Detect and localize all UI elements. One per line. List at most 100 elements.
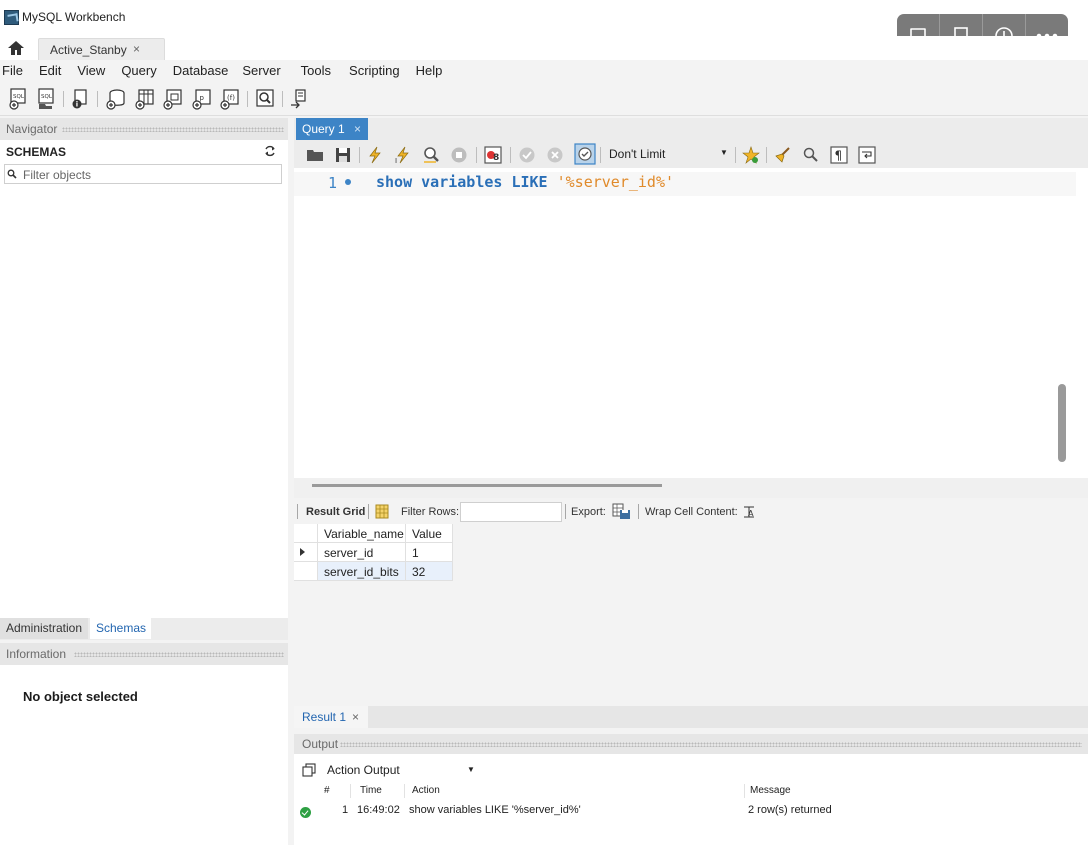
sql-code-line[interactable]: show variables LIKE '%server_id%': [376, 173, 674, 191]
sql-string-literal: '%server_id%': [556, 173, 675, 191]
tab-schemas[interactable]: Schemas: [90, 618, 151, 639]
sql-editor[interactable]: 1 show variables LIKE '%server_id%': [294, 168, 1088, 478]
success-check-icon: [300, 807, 311, 818]
close-icon[interactable]: ×: [352, 710, 359, 724]
menu-file[interactable]: File: [2, 60, 23, 82]
output-row-action[interactable]: show variables LIKE '%server_id%': [409, 804, 581, 816]
menu-query[interactable]: Query: [121, 60, 156, 82]
table-cell[interactable]: 1: [406, 543, 453, 562]
connection-tab-strip: Active_Stanby ×: [0, 36, 1088, 60]
autocommit-toggle-icon[interactable]: [574, 143, 596, 165]
search-table-data-icon[interactable]: [255, 88, 275, 110]
output-header: Output: [294, 734, 1088, 754]
menu-server[interactable]: Server: [242, 60, 280, 82]
limit-rows-value: Don't Limit: [609, 147, 666, 161]
query-tab-strip: Query 1 ×: [294, 118, 1088, 140]
navigator-panel: Navigator SCHEMAS: [0, 118, 288, 618]
navigator-title: Navigator: [6, 122, 58, 136]
output-column-header: Action: [412, 785, 440, 796]
limit-rows-select[interactable]: Don't Limit ▼: [604, 145, 730, 164]
title-bar: MySQL Workbench: [0, 0, 1088, 57]
search-icon: [7, 169, 17, 179]
output-column-header: #: [324, 785, 330, 796]
stop-icon[interactable]: [450, 146, 468, 164]
column-header[interactable]: Variable_name: [318, 524, 406, 543]
open-sql-script-icon[interactable]: SQL: [36, 88, 56, 110]
create-table-icon[interactable]: [135, 88, 155, 110]
query-toolbar: I 8 Don't Limit ▼ ¶: [294, 140, 1088, 168]
output-type-select[interactable]: Action Output ▼: [324, 760, 475, 780]
save-icon[interactable]: [334, 146, 352, 164]
tab-administration[interactable]: Administration: [0, 618, 89, 639]
beautify-broom-icon[interactable]: [774, 146, 792, 164]
output-row-time: 16:49:02: [357, 804, 400, 816]
result-grid-button[interactable]: Result Grid: [306, 506, 365, 518]
information-header: Information: [0, 643, 288, 665]
find-icon[interactable]: [802, 146, 820, 164]
execute-statement-icon[interactable]: I: [394, 146, 412, 164]
home-icon[interactable]: [6, 40, 26, 56]
output-type-value: Action Output: [327, 763, 400, 777]
explain-icon[interactable]: [422, 146, 440, 164]
menu-view[interactable]: View: [77, 60, 105, 82]
table-cell[interactable]: server_id_bits: [318, 562, 406, 581]
filter-rows-input[interactable]: [460, 502, 562, 522]
main-toolbar: SQL SQL i p (f): [0, 82, 1088, 116]
result-tab-label: Result 1: [302, 710, 347, 724]
export-label: Export:: [571, 506, 606, 518]
tab-query-1[interactable]: Query 1 ×: [296, 118, 368, 140]
menu-edit[interactable]: Edit: [39, 60, 61, 82]
navigator-header: Navigator: [0, 118, 288, 140]
wrap-cell-icon[interactable]: A: [742, 505, 756, 519]
horizontal-scrollbar-thumb[interactable]: [312, 484, 662, 487]
svg-text:I: I: [395, 157, 397, 164]
svg-text:i: i: [76, 101, 78, 109]
menu-database[interactable]: Database: [173, 60, 229, 82]
create-view-icon[interactable]: [163, 88, 183, 110]
execute-lightning-icon[interactable]: [366, 146, 384, 164]
filter-rows-label: Filter Rows:: [401, 506, 460, 518]
create-function-icon[interactable]: (f): [220, 88, 240, 110]
table-cell[interactable]: 32: [406, 562, 453, 581]
vertical-scrollbar-thumb[interactable]: [1058, 384, 1066, 462]
wrap-cell-content-label: Wrap Cell Content:: [645, 506, 738, 518]
toggle-error-stop-icon[interactable]: 8: [484, 146, 502, 164]
information-panel: Information No object selected: [0, 643, 288, 845]
menu-scripting[interactable]: Scripting: [349, 60, 400, 82]
copy-icon[interactable]: [302, 763, 316, 777]
output-panel: Action Output ▼ # Time Action Message 1 …: [294, 754, 1088, 845]
menu-tools[interactable]: Tools: [301, 60, 331, 82]
grid-view-icon[interactable]: [375, 504, 389, 519]
create-procedure-icon[interactable]: p: [192, 88, 212, 110]
commit-icon[interactable]: [518, 146, 536, 164]
svg-text:¶: ¶: [835, 149, 843, 163]
output-row-message: 2 row(s) returned: [748, 804, 832, 816]
column-header[interactable]: Value: [406, 524, 453, 543]
close-icon[interactable]: ×: [133, 42, 140, 56]
inspector-icon[interactable]: i: [70, 88, 90, 110]
open-folder-icon[interactable]: [306, 146, 324, 164]
result-tab-strip: Result 1 ×: [294, 706, 1088, 728]
svg-text:p: p: [200, 94, 205, 102]
wrap-lines-icon[interactable]: [858, 146, 876, 164]
current-row-arrow-icon: [300, 548, 305, 556]
rollback-icon[interactable]: [546, 146, 564, 164]
refresh-icon[interactable]: [264, 145, 276, 157]
new-sql-tab-icon[interactable]: SQL: [8, 88, 28, 110]
create-schema-icon[interactable]: [106, 88, 126, 110]
app-title: MySQL Workbench: [22, 10, 126, 24]
menu-help[interactable]: Help: [416, 60, 443, 82]
table-cell[interactable]: server_id: [318, 543, 406, 562]
statement-marker-icon: [345, 179, 351, 185]
filter-objects-input[interactable]: [23, 167, 273, 182]
tab-result-1[interactable]: Result 1 ×: [294, 706, 368, 728]
export-icon[interactable]: [612, 503, 632, 520]
add-snippet-star-icon[interactable]: [742, 146, 760, 164]
invisible-characters-icon[interactable]: ¶: [830, 146, 848, 164]
reconnect-icon[interactable]: [289, 88, 309, 110]
line-number: 1: [328, 174, 338, 192]
svg-text:8: 8: [493, 153, 499, 163]
connection-tab[interactable]: Active_Stanby ×: [38, 38, 165, 60]
close-icon[interactable]: ×: [354, 122, 361, 136]
output-column-header: Message: [750, 785, 791, 796]
